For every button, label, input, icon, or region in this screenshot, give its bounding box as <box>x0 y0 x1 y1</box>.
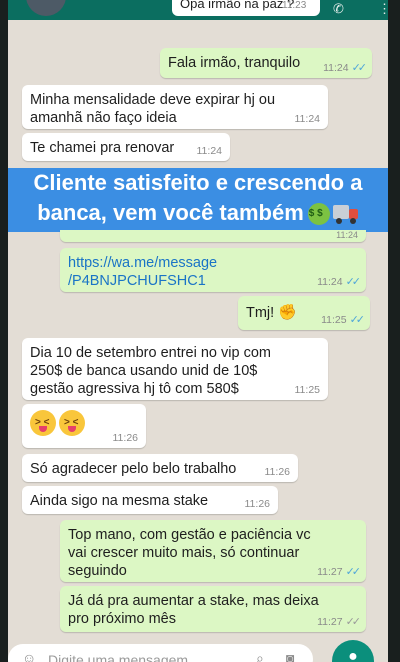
emoji-icon[interactable]: ☺ <box>22 650 36 662</box>
cut-message-text: Opa irmão na paz ? <box>180 0 295 11</box>
message-time: 11:26 <box>112 432 139 444</box>
call-icon[interactable]: ✆ <box>333 2 344 16</box>
message-bubble[interactable]: Dia 10 de setembro entrei no vip com 250… <box>22 338 328 400</box>
message-time: 11:25 <box>321 314 347 326</box>
tongue-face-icon <box>59 410 85 436</box>
message-text: Tmj! <box>246 305 275 321</box>
read-ticks-icon: ✓✓ <box>345 566 362 578</box>
mic-icon: ● <box>348 648 358 662</box>
message-time: 11:24 <box>317 276 343 288</box>
message-time: 11:25 <box>294 384 321 396</box>
contact-avatar[interactable] <box>26 0 66 16</box>
money-face-icon <box>307 199 330 229</box>
message-text: Top mano, com gestão e paciência vc vai … <box>68 527 311 579</box>
message-bubble[interactable]: Só agradecer pelo belo trabalho 11:26 <box>22 454 298 482</box>
banner-line-1: Cliente satisfeito e crescendo a <box>33 170 363 195</box>
message-bubble-partial[interactable]: 11:24 <box>60 230 366 242</box>
cut-message: Opa irmão na paz ? 11:23 <box>172 0 320 16</box>
message-text: Já dá pra aumentar a stake, mas deixa pr… <box>68 593 319 627</box>
message-bubble[interactable]: 11:26 <box>22 404 146 448</box>
tongue-face-icon <box>30 410 56 436</box>
message-time: 11:24 <box>294 113 321 125</box>
message-bubble[interactable]: Já dá pra aumentar a stake, mas deixa pr… <box>60 586 366 632</box>
attach-icon[interactable]: ⌕ <box>256 650 264 662</box>
message-input[interactable]: ☺ Digite uma mensagem ⌕ ◙ <box>8 644 313 662</box>
message-text: Minha mensalidade deve expirar hj ou ama… <box>30 92 276 126</box>
message-time: 11:26 <box>244 498 271 510</box>
message-bubble[interactable]: Tmj! ✊ 11:25 ✓✓ <box>238 296 370 330</box>
message-bubble[interactable]: Ainda sigo na mesma stake 11:26 <box>22 486 278 514</box>
message-input-placeholder: Digite uma mensagem <box>48 652 189 662</box>
banner-line-2: banca, vem você também <box>37 200 304 225</box>
message-text: Dia 10 de setembro entrei no vip com 250… <box>30 345 271 397</box>
message-time: 11:27 <box>317 566 343 578</box>
chat-frame: ⋮ ✆ Opa irmão na paz ? 11:23 Fala irmão,… <box>8 0 388 662</box>
message-bubble[interactable]: Minha mensalidade deve expirar hj ou ama… <box>22 85 328 129</box>
message-bubble[interactable]: Top mano, com gestão e paciência vc vai … <box>60 520 366 582</box>
mic-button[interactable]: ● <box>332 640 374 662</box>
message-time: 11:26 <box>264 466 291 478</box>
truck-icon <box>332 205 359 225</box>
message-bubble[interactable]: https://wa.me/message /P4BNJPCHUFSHC1 11… <box>60 248 366 292</box>
camera-icon[interactable]: ◙ <box>286 650 294 662</box>
message-time: 11:24 <box>196 145 223 157</box>
cut-message-time: 11:23 <box>282 0 307 11</box>
message-text: Só agradecer pelo belo trabalho <box>30 461 237 477</box>
read-ticks-icon: ✓✓ <box>345 276 362 288</box>
message-text: Fala irmão, tranquilo <box>168 55 301 71</box>
read-ticks-icon: ✓✓ <box>349 314 366 326</box>
message-time: 11:24 <box>323 62 349 74</box>
message-time: 11:24 <box>336 230 358 240</box>
message-bubble[interactable]: Fala irmão, tranquilo 11:24 ✓✓ <box>160 48 372 78</box>
message-time: 11:27 <box>317 616 343 628</box>
promo-banner: Cliente satisfeito e crescendo a banca, … <box>8 168 388 232</box>
message-text: Te chamei pra renovar <box>30 140 175 156</box>
read-ticks-icon: ✓✓ <box>351 62 368 74</box>
message-link[interactable]: https://wa.me/message /P4BNJPCHUFSHC1 <box>68 255 217 289</box>
message-text: Ainda sigo na mesma stake <box>30 493 209 509</box>
delivered-ticks-icon: ✓✓ <box>345 616 362 628</box>
more-vertical-icon[interactable]: ⋮ <box>378 2 388 16</box>
fist-bump-icon: ✊ <box>278 304 297 322</box>
message-bubble[interactable]: Te chamei pra renovar 11:24 <box>22 133 230 161</box>
